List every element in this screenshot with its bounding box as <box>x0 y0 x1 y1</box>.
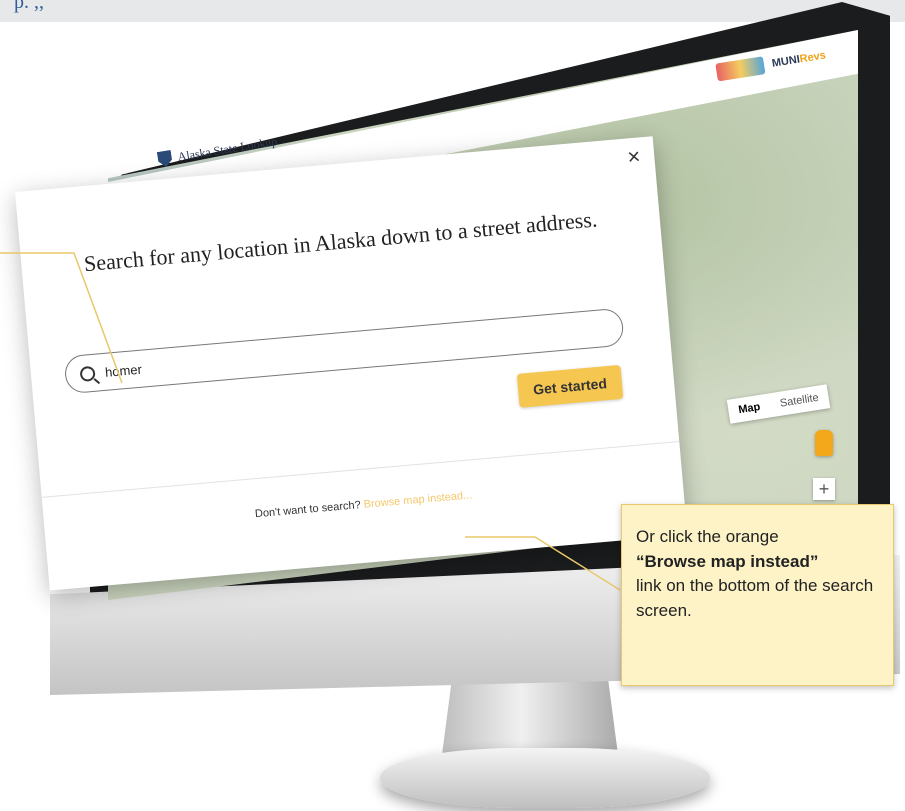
browse-map-callout: Or click the orange “Browse map instead”… <box>621 504 894 686</box>
browse-callout-line <box>465 536 621 591</box>
callout-line3: link on the bottom of the search screen. <box>636 576 874 620</box>
callout-emphasis: “Browse map instead” <box>636 551 819 571</box>
callout-leader-lines <box>0 252 621 591</box>
search-callout-line <box>0 252 123 384</box>
callout-line1: Or click the orange <box>636 527 779 546</box>
